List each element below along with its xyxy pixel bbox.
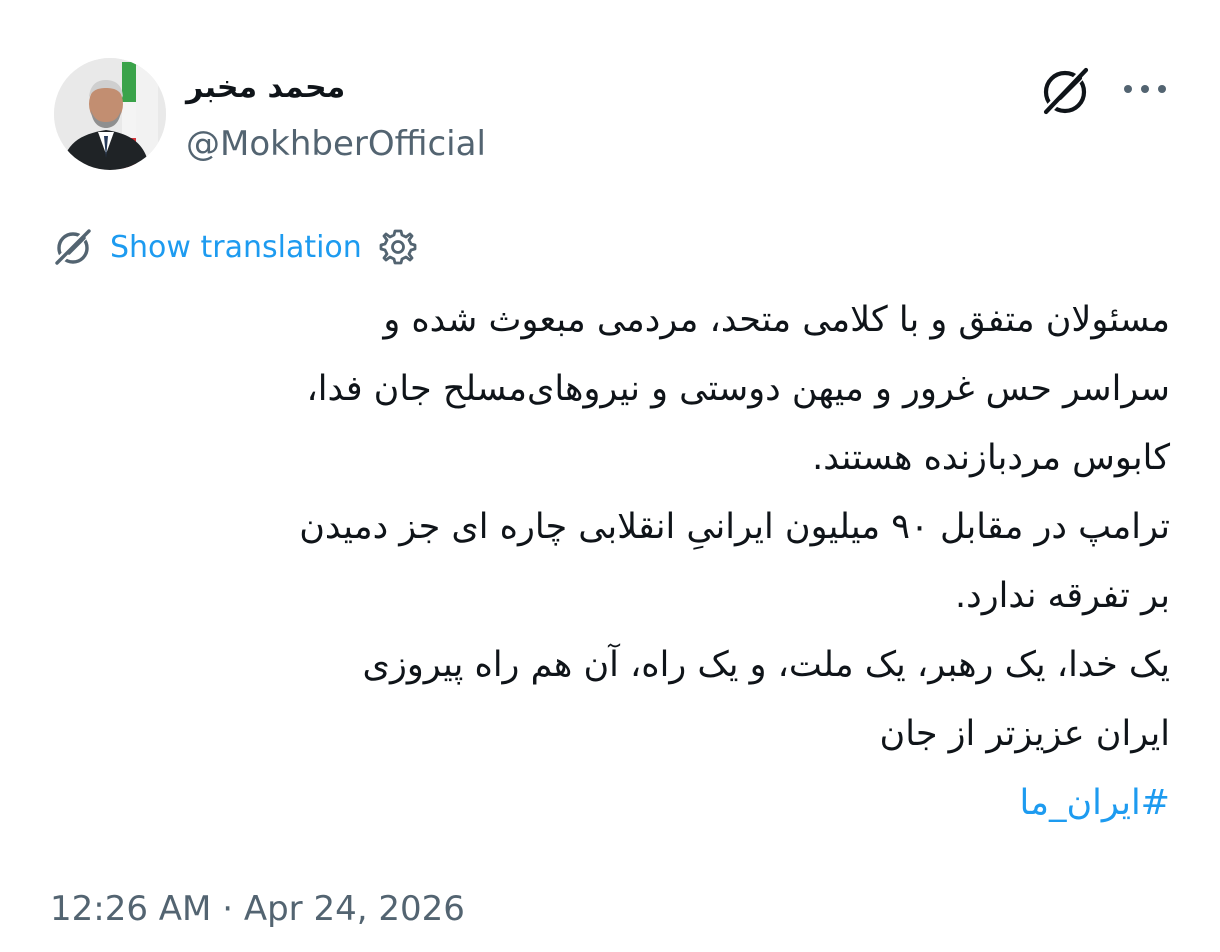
tweet-text-line: سراسر حس غرور و میهن دوستی و نیروهای‌مسل… (306, 369, 1170, 409)
tweet-text-line: ایران عزیزتر از جان (879, 714, 1170, 754)
tweet-text-line: یک خدا، یک رهبر، یک ملت، و یک راه، آن هم… (362, 645, 1170, 685)
tweet-text-line: ترامپ در مقابل ۹۰ میلیون ایرانیِ انقلابی… (299, 507, 1170, 547)
tweet-text-line: مسئولان متفق و با کلامی متحد، مردمی مبعو… (383, 300, 1170, 340)
grok-icon[interactable] (1036, 62, 1094, 120)
translate-icon (51, 225, 95, 269)
hashtag-link[interactable]: #ایران_ما (50, 769, 1170, 838)
timestamp-separator: · (222, 889, 234, 929)
more-options-icon[interactable] (1118, 72, 1172, 106)
show-translation-link[interactable]: Show translation (110, 230, 362, 265)
translation-row: Show translation (50, 224, 418, 270)
tweet-text: مسئولان متفق و با کلامی متحد، مردمی مبعو… (50, 286, 1170, 838)
display-name[interactable]: محمد مخبر (186, 68, 345, 108)
tweet-text-line: بر تفرقه ندارد. (954, 576, 1170, 616)
tweet-timestamp: 12:26 AM · Apr 24, 2026 (50, 884, 465, 934)
user-handle[interactable]: @MokhberOfficial (186, 122, 486, 166)
tweet-card: محمد مخبر @MokhberOfficial Show translat… (0, 0, 1220, 952)
gear-icon[interactable] (378, 227, 418, 267)
avatar[interactable] (54, 58, 166, 170)
tweet-date[interactable]: Apr 24, 2026 (244, 889, 465, 929)
tweet-text-line: کابوس مردبازنده هستند. (812, 438, 1170, 478)
avatar-image (54, 58, 166, 170)
tweet-time[interactable]: 12:26 AM (50, 889, 211, 929)
